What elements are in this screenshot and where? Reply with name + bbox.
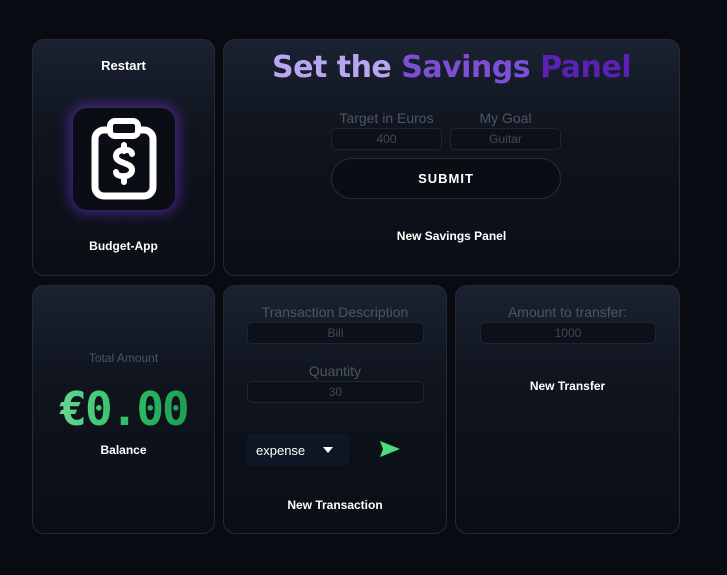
savings-title: Set the Savings Panel — [224, 50, 679, 85]
transfer-card: Amount to transfer: 1000 New Transfer — [455, 285, 680, 534]
clipboard-dollar-icon — [91, 118, 157, 200]
restart-button[interactable]: Restart — [33, 58, 214, 73]
chevron-down-icon — [323, 447, 333, 453]
balance-card: Total Amount €0.00 Balance — [32, 285, 215, 534]
transaction-type-select[interactable]: expense — [247, 434, 349, 466]
quantity-label: Quantity — [308, 363, 362, 379]
transaction-card: Transaction Description Bill Quantity 30… — [223, 285, 447, 534]
send-transaction-button[interactable] — [379, 440, 401, 458]
quantity-input[interactable]: 30 — [247, 381, 424, 403]
savings-caption: New Savings Panel — [396, 229, 507, 243]
target-label: Target in Euros — [339, 110, 434, 126]
app-name: Budget-App — [89, 239, 158, 253]
savings-title-part2: Savings — [401, 50, 541, 85]
transfer-amount-input[interactable]: 1000 — [480, 322, 656, 344]
balance-amount: €0.00 — [33, 382, 214, 436]
description-label: Transaction Description — [261, 304, 409, 320]
savings-title-part3: Panel — [540, 50, 631, 85]
app-card: Restart Budget-App — [32, 39, 215, 276]
target-euros-input[interactable]: 400 — [331, 128, 442, 150]
submit-button[interactable]: SUBMIT — [331, 158, 561, 199]
description-input[interactable]: Bill — [247, 322, 424, 344]
balance-caption: Balance — [100, 443, 147, 457]
transaction-type-value: expense — [256, 442, 306, 458]
savings-panel-card: Set the Savings Panel Target in Euros My… — [223, 39, 680, 276]
send-arrow-icon — [380, 441, 400, 457]
transfer-amount-label: Amount to transfer: — [507, 304, 628, 320]
savings-title-part1: Set the — [272, 50, 402, 85]
total-amount-label: Total Amount — [88, 351, 159, 365]
goal-label: My Goal — [479, 110, 532, 126]
goal-input[interactable]: Guitar — [450, 128, 561, 150]
app-logo — [73, 108, 175, 210]
transaction-caption: New Transaction — [287, 498, 383, 512]
transfer-caption: New Transfer — [529, 379, 606, 393]
